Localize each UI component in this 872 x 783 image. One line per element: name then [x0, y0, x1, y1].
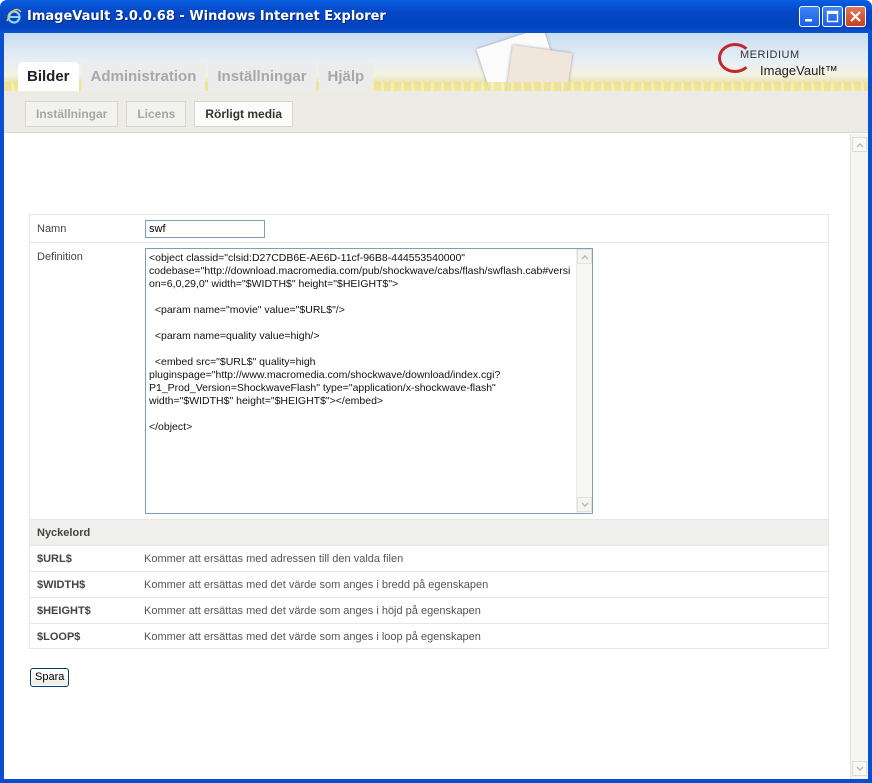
keywords-title: Nyckelord	[37, 527, 91, 539]
keyword-row: $URL$ Kommer att ersättas med adressen t…	[30, 546, 828, 572]
keyword-row: $WIDTH$ Kommer att ersättas med det värd…	[30, 572, 828, 598]
ie-icon	[6, 8, 22, 24]
tab-hjalp[interactable]: Hjälp	[318, 62, 374, 91]
keyword-description: Kommer att ersättas med det värde som an…	[144, 605, 481, 617]
keyword-row: $LOOP$ Kommer att ersättas med det värde…	[30, 624, 828, 649]
window-titlebar: ImageVault 3.0.0.68 - Windows Internet E…	[0, 0, 872, 33]
close-icon	[850, 11, 861, 22]
window-frame-right	[868, 33, 872, 783]
window-frame-bottom	[0, 779, 872, 783]
definition-textarea-wrapper: <object classid="clsid:D27CDB6E-AE6D-11c…	[145, 248, 593, 514]
definition-scroll-up[interactable]	[577, 249, 592, 264]
name-input[interactable]	[145, 220, 265, 238]
keyword-description: Kommer att ersättas med det värde som an…	[144, 631, 481, 643]
tab-installningar[interactable]: Inställningar	[208, 62, 316, 91]
keyword-key: $WIDTH$	[37, 579, 86, 591]
scroll-down-button[interactable]	[852, 761, 867, 776]
definition-label: Definition	[37, 251, 83, 263]
media-definition-form: Namn Definition <object classid="clsid:D…	[29, 214, 829, 649]
minimize-icon	[805, 19, 812, 22]
definition-textarea[interactable]: <object classid="clsid:D27CDB6E-AE6D-11c…	[146, 249, 576, 513]
keyword-key: $HEIGHT$	[37, 605, 91, 617]
logo-product: ImageVault™	[760, 63, 838, 78]
meridium-logo: MERIDIUM ImageVault™	[718, 41, 848, 81]
main-tabs: Bilder Administration Inställningar Hjäl…	[18, 62, 374, 91]
tab-administration[interactable]: Administration	[81, 62, 206, 91]
keywords-header: Nyckelord	[30, 520, 828, 546]
name-row: Namn	[30, 215, 828, 243]
chevron-down-icon	[856, 766, 864, 771]
maximize-button[interactable]	[822, 6, 843, 27]
subtab-bar: Inställningar Licens Rörligt media	[4, 91, 868, 133]
definition-scrollbar[interactable]	[576, 249, 592, 513]
keyword-row: $HEIGHT$ Kommer att ersättas med det vär…	[30, 598, 828, 624]
close-button[interactable]	[845, 6, 866, 27]
keyword-key: $LOOP$	[37, 631, 81, 643]
page-scrollbar[interactable]	[850, 134, 868, 779]
save-button[interactable]: Spara	[30, 668, 70, 687]
definition-scroll-down[interactable]	[577, 497, 592, 512]
keyword-description: Kommer att ersättas med det värde som an…	[144, 579, 489, 591]
chevron-up-icon	[581, 255, 589, 260]
definition-row: Definition <object classid="clsid:D27CDB…	[30, 243, 828, 520]
subtab-rorligt-media[interactable]: Rörligt media	[194, 101, 294, 127]
name-label: Namn	[37, 223, 67, 235]
scroll-up-button[interactable]	[852, 137, 867, 152]
subtab-installningar[interactable]: Inställningar	[25, 101, 119, 127]
keyword-key: $URL$	[37, 553, 72, 565]
logo-company: MERIDIUM	[740, 49, 800, 61]
window-title: ImageVault 3.0.0.68 - Windows Internet E…	[27, 9, 386, 24]
chevron-up-icon	[856, 143, 864, 148]
subtab-licens[interactable]: Licens	[126, 101, 187, 127]
maximize-icon	[826, 10, 839, 23]
minimize-button[interactable]	[799, 6, 820, 27]
tab-bilder[interactable]: Bilder	[18, 62, 79, 91]
keyword-description: Kommer att ersättas med adressen till de…	[144, 553, 404, 565]
chevron-down-icon	[581, 502, 589, 507]
